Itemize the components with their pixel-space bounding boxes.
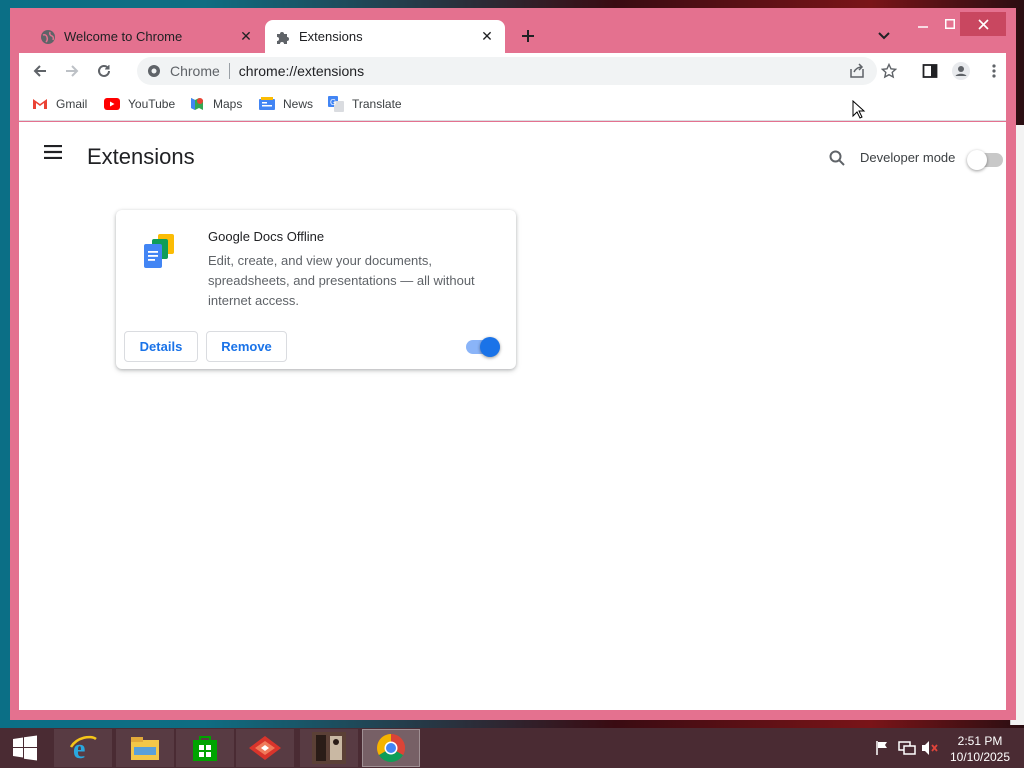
new-tab-button[interactable] [516, 24, 540, 48]
taskbar-file-explorer[interactable] [116, 729, 174, 767]
omnibox-separator [228, 63, 230, 79]
bookmark-label: Maps [213, 97, 243, 111]
taskbar-red-app[interactable] [236, 729, 294, 767]
extension-description: Edit, create, and view your documents, s… [208, 253, 475, 308]
news-icon [259, 96, 275, 112]
puzzle-icon [275, 29, 291, 45]
omnibox-chip: Chrome [170, 63, 220, 79]
globe-icon [40, 29, 56, 45]
extension-card: Google Docs Offline Edit, create, and vi… [116, 210, 516, 369]
bookmark-gmail[interactable]: Gmail [32, 96, 87, 112]
more-menu-icon[interactable] [982, 59, 1006, 83]
profile-avatar-icon[interactable] [949, 59, 973, 83]
extensions-page: Extensions Developer mode Google Docs Of… [19, 122, 1006, 710]
bookmark-label: YouTube [128, 97, 176, 111]
gmail-icon [32, 96, 48, 112]
maximize-icon [945, 19, 955, 29]
close-window-button[interactable] [960, 12, 1006, 36]
mouse-cursor-icon [852, 100, 866, 119]
forward-button[interactable] [59, 58, 85, 84]
start-button[interactable] [0, 729, 50, 767]
start-icon [13, 735, 37, 761]
network-icon[interactable] [898, 739, 916, 757]
photo-app-icon [312, 732, 346, 764]
developer-mode-label: Developer mode [860, 150, 956, 165]
chrome-icon [377, 734, 405, 762]
chrome-page-icon [146, 63, 162, 79]
omnibox-url[interactable]: chrome://extensions [239, 63, 364, 79]
bookmark-label: News [283, 97, 314, 111]
app-red-icon [249, 736, 281, 760]
tab-title: Welcome to Chrome [64, 29, 183, 44]
extension-enable-toggle[interactable] [466, 337, 500, 357]
taskbar-chrome[interactable] [362, 729, 420, 767]
search-icon[interactable] [825, 146, 849, 170]
tab-search-button[interactable] [874, 26, 894, 46]
bookmark-star-icon[interactable] [879, 61, 899, 81]
svg-text:G: G [330, 98, 336, 107]
file-explorer-icon [131, 737, 159, 760]
minimize-icon [918, 26, 928, 28]
clock-date: 10/10/2025 [949, 750, 1011, 764]
reload-button[interactable] [91, 58, 117, 84]
translate-icon: G [328, 96, 344, 112]
bookmark-maps[interactable]: Maps [189, 96, 242, 112]
bookmark-youtube[interactable]: YouTube [104, 96, 175, 112]
volume-muted-icon[interactable] [921, 739, 939, 757]
extension-name: Google Docs Offline [208, 229, 325, 244]
close-tab-icon[interactable]: ✕ [477, 27, 497, 47]
arrow-right-icon [66, 65, 79, 77]
reload-icon [98, 64, 110, 77]
omnibox[interactable]: Chrome chrome://extensions [137, 57, 897, 85]
taskbar-internet-explorer[interactable]: e [54, 729, 112, 767]
maps-icon [189, 96, 205, 112]
plus-icon [522, 30, 534, 42]
taskbar-photo-app[interactable] [300, 729, 358, 767]
bookmark-label: Gmail [56, 97, 88, 111]
action-center-flag-icon[interactable] [873, 739, 891, 757]
google-docs-offline-icon [144, 234, 174, 268]
internet-explorer-icon: e [69, 734, 97, 763]
hamburger-menu-icon[interactable] [41, 140, 65, 164]
developer-mode-toggle[interactable] [967, 150, 1003, 170]
bookmark-news[interactable]: News [259, 96, 313, 112]
toggle-knob [967, 150, 987, 170]
side-panel-icon[interactable] [918, 59, 942, 83]
close-tab-icon[interactable]: ✕ [236, 27, 256, 47]
bookmark-translate[interactable]: G Translate [328, 96, 402, 112]
browser-toolbar: Chrome chrome://extensions [19, 53, 1006, 89]
arrow-left-icon [33, 65, 46, 77]
youtube-icon [104, 96, 120, 112]
system-clock[interactable]: 2:51 PM 10/10/2025 [944, 733, 1016, 765]
remove-button[interactable]: Remove [206, 331, 287, 362]
tab-strip: Welcome to Chrome ✕ Extensions ✕ [10, 8, 1016, 53]
tab-title: Extensions [299, 29, 363, 44]
share-icon[interactable] [847, 61, 867, 81]
windows-taskbar: e 2:51 PM 10/10/2025 [0, 728, 1024, 768]
back-button[interactable] [27, 58, 53, 84]
chevron-down-icon [878, 32, 890, 40]
taskbar-store[interactable] [176, 729, 234, 767]
clock-time: 2:51 PM [957, 734, 1003, 748]
page-title: Extensions [87, 144, 195, 169]
tab-extensions[interactable]: Extensions ✕ [265, 20, 505, 53]
tab-welcome[interactable]: Welcome to Chrome ✕ [30, 20, 264, 53]
close-icon [977, 18, 989, 30]
bookmark-label: Translate [352, 97, 402, 111]
minimize-button[interactable] [908, 12, 938, 36]
toggle-knob [480, 337, 500, 357]
details-button[interactable]: Details [124, 331, 198, 362]
store-icon [193, 736, 217, 761]
